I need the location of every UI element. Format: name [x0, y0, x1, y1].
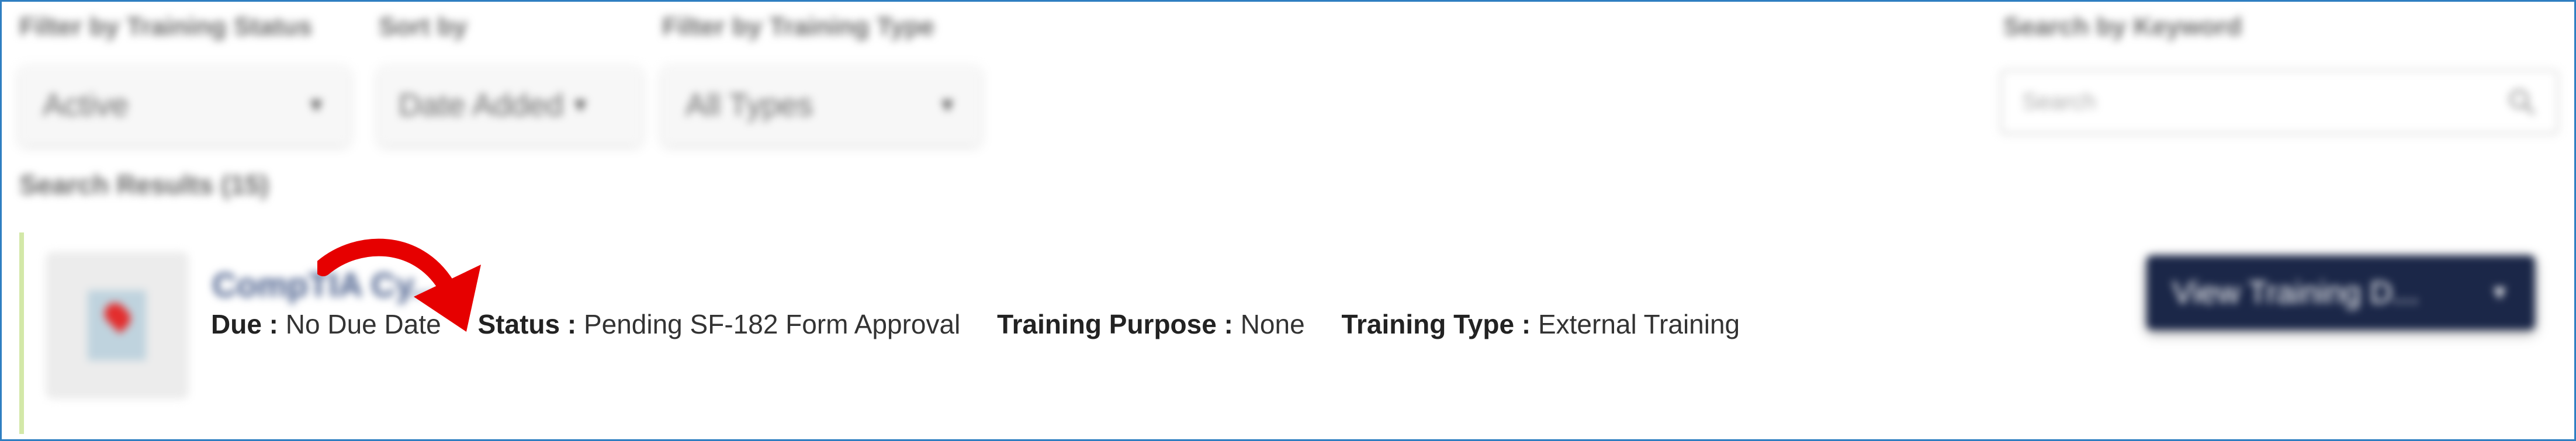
caret-down-icon: ▼: [570, 93, 590, 116]
caret-down-icon: ▼: [306, 93, 326, 116]
view-training-button[interactable]: View Training D... ▼: [2146, 255, 2535, 330]
view-training-label: View Training D...: [2172, 275, 2419, 310]
search-input[interactable]: Search: [2000, 70, 2558, 134]
search-label: Search by Keyword: [2003, 12, 2242, 41]
training-list-panel: Filter by Training Status Sort by Filter…: [0, 0, 2576, 441]
caret-down-icon[interactable]: ▼: [2490, 282, 2509, 304]
status-filter-select[interactable]: Active ▼: [19, 66, 349, 144]
row-accent-bar: [19, 232, 24, 434]
sort-value: Date Added: [399, 88, 564, 123]
training-thumbnail[interactable]: [46, 252, 189, 399]
caret-down-icon: ▼: [937, 93, 957, 116]
search-icon[interactable]: [2506, 86, 2537, 117]
type-filter-select[interactable]: All Types ▼: [662, 66, 981, 144]
sort-select[interactable]: Date Added ▼: [379, 66, 642, 144]
training-type-field: Training Type : External Training: [1341, 309, 1740, 339]
search-placeholder: Search: [2022, 88, 2096, 114]
type-filter-label: Filter by Training Type: [662, 12, 935, 41]
status-field: Status : Pending SF-182 Form Approval: [477, 309, 961, 339]
curved-red-arrow-icon: [317, 238, 481, 332]
status-filter-value: Active: [43, 88, 129, 123]
sort-label: Sort by: [379, 12, 468, 41]
status-filter-label: Filter by Training Status: [19, 12, 313, 41]
training-purpose-field: Training Purpose : None: [997, 309, 1305, 339]
type-filter-value: All Types: [685, 88, 813, 123]
results-count: Search Results (15): [19, 169, 269, 200]
